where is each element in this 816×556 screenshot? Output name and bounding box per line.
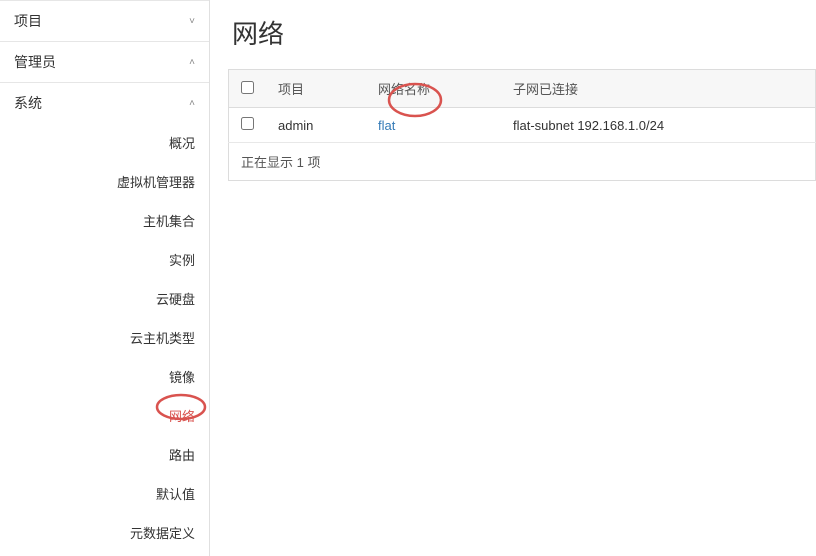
chevron-up-icon: ˄	[189, 98, 195, 109]
sidebar-panel-system-title: 系统	[14, 93, 42, 113]
chevron-down-icon: ˅	[189, 16, 195, 27]
table-footer-summary: 正在显示 1 项	[229, 143, 816, 181]
cell-subnets: flat-subnet 192.168.1.0/24	[501, 108, 816, 143]
sidebar-system-items: 概况 虚拟机管理器 主机集合 实例 云硬盘 云主机类型 镜像 网络 路由 默认值…	[0, 123, 209, 552]
sidebar-item-images[interactable]: 镜像	[0, 357, 209, 396]
sidebar-item-volumes[interactable]: 云硬盘	[0, 279, 209, 318]
sidebar-item-hypervisors[interactable]: 虚拟机管理器	[0, 162, 209, 201]
header-project[interactable]: 项目	[266, 70, 366, 108]
main-content: 网络 项目 网络名称 子网已连接 admin	[210, 0, 816, 556]
sidebar-item-overview[interactable]: 概况	[0, 123, 209, 162]
table-row: admin flat flat-subnet 192.168.1.0/24	[229, 108, 816, 143]
sidebar-item-routers[interactable]: 路由	[0, 435, 209, 474]
cell-project: admin	[266, 108, 366, 143]
sidebar-item-instances[interactable]: 实例	[0, 240, 209, 279]
sidebar-item-networks[interactable]: 网络	[0, 396, 209, 435]
sidebar-item-host-aggregates[interactable]: 主机集合	[0, 201, 209, 240]
sidebar-panel-project-title: 项目	[14, 11, 42, 31]
sidebar-panel-admin[interactable]: 管理员 ˄	[0, 42, 209, 82]
sidebar-panel-project[interactable]: 项目 ˅	[0, 1, 209, 41]
sidebar-panel-system[interactable]: 系统 ˄	[0, 83, 209, 123]
cell-network-name: flat	[366, 108, 501, 143]
header-network-name[interactable]: 网络名称	[366, 70, 501, 108]
networks-table: 项目 网络名称 子网已连接 admin flat flat-subnet 192…	[228, 69, 816, 181]
sidebar-panel-admin-title: 管理员	[14, 52, 56, 72]
table-header-row: 项目 网络名称 子网已连接	[229, 70, 816, 108]
network-name-link[interactable]: flat	[378, 118, 395, 133]
chevron-up-icon: ˄	[189, 57, 195, 68]
row-checkbox-cell	[229, 108, 267, 143]
header-checkbox-cell	[229, 70, 267, 108]
sidebar-item-defaults[interactable]: 默认值	[0, 474, 209, 513]
header-subnets[interactable]: 子网已连接	[501, 70, 816, 108]
row-checkbox[interactable]	[241, 117, 254, 130]
sidebar: 项目 ˅ 管理员 ˄ 系统 ˄ 概况 虚拟机管理器 主机集合 实例 云硬盘 云主…	[0, 0, 210, 556]
select-all-checkbox[interactable]	[241, 81, 254, 94]
sidebar-item-metadata[interactable]: 元数据定义	[0, 513, 209, 552]
sidebar-item-flavors[interactable]: 云主机类型	[0, 318, 209, 357]
page-title: 网络	[228, 0, 816, 69]
